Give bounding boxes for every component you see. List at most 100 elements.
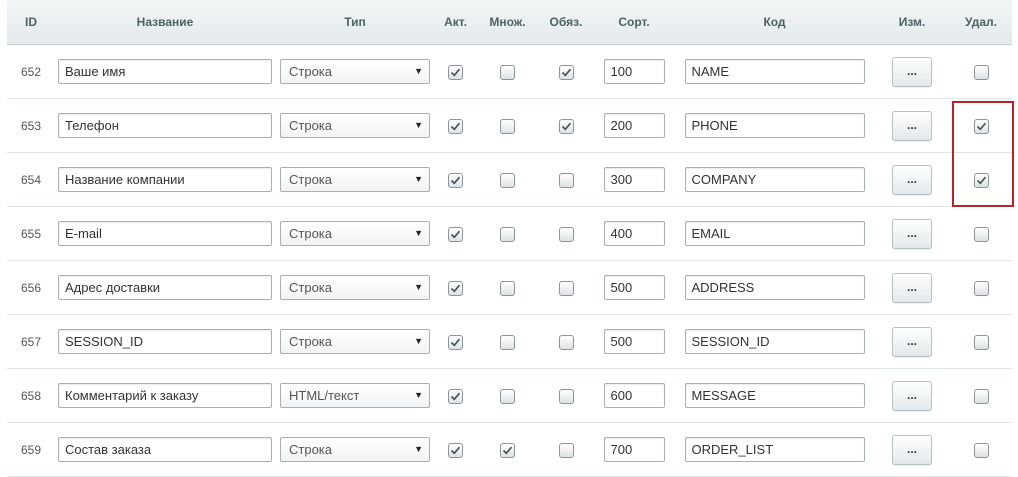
active-checkbox[interactable] — [448, 334, 463, 350]
type-select[interactable]: Строка ▼ — [280, 437, 430, 462]
name-input[interactable]: Комментарий к заказу — [58, 383, 272, 408]
edit-button[interactable]: ... — [892, 272, 932, 303]
code-input[interactable]: COMPANY — [684, 167, 865, 192]
required-checkbox[interactable] — [558, 388, 574, 404]
dropdown-arrow-icon: ▼ — [414, 336, 423, 346]
checkmark-icon — [450, 122, 461, 131]
active-checkbox[interactable] — [448, 388, 463, 404]
delete-checkbox[interactable] — [973, 172, 989, 188]
sort-input[interactable]: 200 — [603, 113, 665, 138]
multiple-checkbox[interactable] — [500, 172, 515, 188]
name-input[interactable]: Телефон — [58, 113, 272, 138]
table-row: 656 Адрес доставки Строка ▼ 500 ADDRESS … — [7, 260, 1012, 315]
code-input[interactable]: EMAIL — [684, 221, 865, 246]
multiple-checkbox[interactable] — [500, 64, 515, 80]
table-row: 658 Комментарий к заказу HTML/текст ▼ 60… — [7, 368, 1012, 423]
code-input[interactable]: ADDRESS — [684, 275, 865, 300]
delete-checkbox[interactable] — [973, 280, 989, 296]
required-checkbox[interactable] — [558, 64, 574, 80]
checkmark-icon — [561, 68, 571, 77]
edit-button[interactable]: ... — [892, 380, 932, 411]
multiple-checkbox[interactable] — [500, 226, 515, 242]
edit-button[interactable]: ... — [892, 218, 932, 249]
sort-input[interactable]: 500 — [603, 275, 665, 300]
type-select-value: Строка — [289, 172, 333, 187]
sort-input[interactable]: 400 — [603, 221, 665, 246]
type-select-value: Строка — [289, 334, 333, 349]
dropdown-arrow-icon: ▼ — [414, 174, 423, 184]
required-checkbox[interactable] — [558, 442, 574, 458]
code-input[interactable]: SESSION_ID — [684, 329, 865, 354]
properties-panel: ID Название Тип Акт. Множ. Обяз. Сорт. К… — [0, 0, 1018, 477]
header-row: ID Название Тип Акт. Множ. Обяз. Сорт. К… — [7, 0, 1012, 45]
sort-input[interactable]: 500 — [603, 329, 665, 354]
checkmark-icon — [450, 338, 461, 347]
active-checkbox[interactable] — [448, 172, 463, 188]
code-input[interactable]: PHONE — [684, 113, 865, 138]
type-select[interactable]: Строка ▼ — [280, 113, 430, 138]
type-select-value: HTML/текст — [289, 388, 360, 403]
required-checkbox[interactable] — [558, 334, 574, 350]
delete-checkbox[interactable] — [973, 388, 989, 404]
code-input[interactable]: ORDER_LIST — [684, 437, 865, 462]
name-input[interactable]: Название компании — [58, 167, 272, 192]
sort-input[interactable]: 700 — [603, 437, 665, 462]
edit-button[interactable]: ... — [892, 326, 932, 357]
name-input[interactable]: SESSION_ID — [58, 329, 272, 354]
type-select[interactable]: HTML/текст ▼ — [280, 383, 430, 408]
table-row: 659 Состав заказа Строка ▼ 700 ORDER_LIS… — [7, 422, 1012, 477]
multiple-checkbox[interactable] — [500, 280, 515, 296]
code-input[interactable]: MESSAGE — [684, 383, 865, 408]
type-select[interactable]: Строка ▼ — [280, 59, 430, 84]
checkmark-icon — [450, 68, 461, 77]
name-input[interactable]: Адрес доставки — [58, 275, 272, 300]
required-checkbox[interactable] — [558, 226, 574, 242]
row-id: 659 — [7, 422, 55, 477]
type-select-value: Строка — [289, 442, 333, 457]
active-checkbox[interactable] — [448, 226, 463, 242]
name-input[interactable]: Ваше имя — [58, 59, 272, 84]
name-input[interactable]: E-mail — [58, 221, 272, 246]
row-id: 655 — [7, 206, 55, 261]
multiple-checkbox[interactable] — [500, 118, 515, 134]
delete-checkbox[interactable] — [973, 226, 989, 242]
required-checkbox[interactable] — [558, 118, 574, 134]
delete-checkbox[interactable] — [973, 442, 989, 458]
multiple-checkbox[interactable] — [500, 334, 515, 350]
dropdown-arrow-icon: ▼ — [414, 228, 423, 238]
checkmark-icon — [450, 392, 461, 401]
checkmark-icon — [561, 122, 571, 131]
delete-checkbox[interactable] — [973, 118, 989, 134]
type-select[interactable]: Строка ▼ — [280, 167, 430, 192]
edit-button[interactable]: ... — [892, 110, 932, 141]
active-checkbox[interactable] — [448, 118, 463, 134]
edit-button[interactable]: ... — [892, 434, 932, 465]
type-select[interactable]: Строка ▼ — [280, 275, 430, 300]
sort-input[interactable]: 600 — [603, 383, 665, 408]
type-select[interactable]: Строка ▼ — [280, 329, 430, 354]
multiple-checkbox[interactable] — [500, 388, 515, 404]
code-input[interactable]: NAME — [684, 59, 865, 84]
row-id: 656 — [7, 260, 55, 315]
column-header-type: Тип — [275, 0, 435, 45]
name-input[interactable]: Состав заказа — [58, 437, 272, 462]
delete-checkbox[interactable] — [973, 334, 989, 350]
active-checkbox[interactable] — [448, 280, 463, 296]
sort-input[interactable]: 300 — [603, 167, 665, 192]
table-row: 653 Телефон Строка ▼ 200 PHONE ... — [7, 98, 1012, 153]
column-header-edit: Изм. — [874, 0, 950, 45]
type-select[interactable]: Строка ▼ — [280, 221, 430, 246]
delete-checkbox[interactable] — [973, 64, 989, 80]
checkmark-icon — [450, 446, 461, 455]
table-row: 655 E-mail Строка ▼ 400 EMAIL ... — [7, 206, 1012, 261]
active-checkbox[interactable] — [448, 64, 463, 80]
multiple-checkbox[interactable] — [500, 442, 515, 458]
required-checkbox[interactable] — [558, 172, 574, 188]
sort-input[interactable]: 100 — [603, 59, 665, 84]
required-checkbox[interactable] — [558, 280, 574, 296]
dropdown-arrow-icon: ▼ — [414, 66, 423, 76]
column-header-name: Название — [55, 0, 275, 45]
edit-button[interactable]: ... — [892, 164, 932, 195]
edit-button[interactable]: ... — [892, 56, 932, 87]
active-checkbox[interactable] — [448, 442, 463, 458]
